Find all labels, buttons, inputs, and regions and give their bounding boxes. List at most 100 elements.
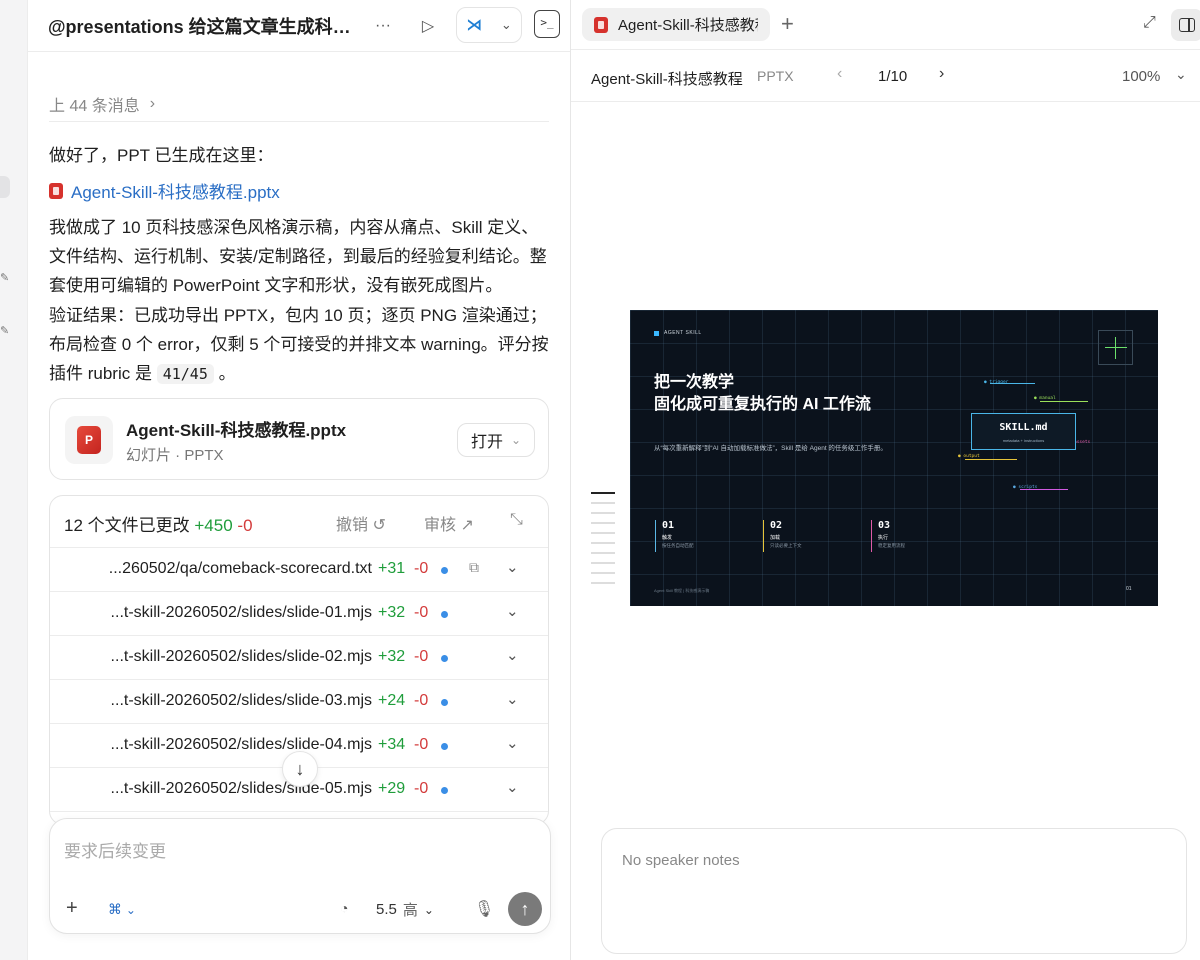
- terminal-icon[interactable]: >_: [534, 10, 560, 38]
- add-attachment-icon[interactable]: +: [66, 897, 78, 920]
- file-card-name: Agent-Skill-科技感教程.pptx: [126, 421, 347, 440]
- zoom-level[interactable]: 100%: [1122, 68, 1160, 85]
- node-trigger-label: trigger: [989, 380, 1009, 385]
- collapse-icon[interactable]: ⤡: [510, 511, 523, 529]
- tab-pptx-preview[interactable]: Agent-Skill-科技感教程: [582, 8, 770, 41]
- composer[interactable]: 要求后续变更 + ⌘ ⌄ ◔ 5.5 高 ⌄ 🎙 ↑: [49, 818, 551, 934]
- file-link[interactable]: Agent-Skill-科技感教程.pptx: [49, 178, 280, 203]
- unsaved-dot: [441, 567, 448, 574]
- file-lines-removed: -0: [414, 692, 429, 709]
- connector-line: [1040, 401, 1088, 402]
- score-code: 41/45: [156, 364, 214, 384]
- slide-thumb[interactable]: [591, 522, 615, 524]
- sidebar-strip: ✎ ✎: [0, 0, 28, 960]
- slide-thumb[interactable]: [591, 512, 615, 514]
- chevron-down-icon[interactable]: ⌄: [506, 778, 519, 796]
- square-icon: [654, 330, 659, 336]
- slide-thumb[interactable]: [591, 502, 615, 504]
- changed-file-row[interactable]: ...t-skill-20260502/slides/slide-02.mjs …: [50, 636, 548, 680]
- message-paragraph-2-end: 。: [218, 364, 236, 383]
- model-selector[interactable]: 5.5 高 ⌄: [376, 899, 434, 920]
- arrow-down-icon: ↓: [295, 758, 305, 779]
- file-card[interactable]: P Agent-Skill-科技感教程.pptx 幻灯片 · PPTX 打开 ⌄: [49, 398, 549, 480]
- file-lines-removed: -0: [414, 736, 429, 753]
- slide-thumbnail-strip: [591, 492, 615, 592]
- microphone-icon[interactable]: 🎙: [474, 899, 494, 919]
- play-icon[interactable]: ▷: [418, 12, 438, 40]
- review-button[interactable]: 审核 ↗: [424, 511, 474, 535]
- node-output: ● output: [958, 454, 980, 459]
- lines-added: +450: [194, 516, 233, 535]
- changed-file-row[interactable]: ...t-skill-20260502/slides/slide-03.mjs …: [50, 680, 548, 724]
- speaker-notes[interactable]: No speaker notes: [601, 828, 1187, 954]
- preview-tab-bar: Agent-Skill-科技感教程 + ⤢: [571, 0, 1200, 50]
- chevron-down-icon[interactable]: ⌄: [506, 602, 519, 620]
- more-icon[interactable]: ···: [373, 12, 393, 40]
- unsaved-dot: [441, 655, 448, 662]
- open-button[interactable]: 打开 ⌄: [457, 423, 535, 457]
- slide-tag-text: AGENT SKILL: [664, 330, 702, 336]
- edit-icon-2[interactable]: ✎: [0, 325, 12, 337]
- scroll-to-bottom-button[interactable]: ↓: [282, 751, 318, 787]
- file-lines-added: +34: [378, 736, 406, 753]
- file-lines-removed: -0: [414, 780, 429, 797]
- file-path: ...t-skill-20260502/slides/slide-01.mjs: [110, 604, 372, 621]
- skill-md-box: SKILL.md metadata + instructions: [971, 413, 1076, 450]
- file-path: ...260502/qa/comeback-scorecard.txt: [108, 560, 372, 577]
- file-link-label: Agent-Skill-科技感教程.pptx: [71, 183, 280, 202]
- slide-thumb[interactable]: [591, 582, 615, 584]
- step-desc: 稳定复用流程: [878, 543, 905, 548]
- divider: [49, 121, 549, 122]
- edit-icon[interactable]: ✎: [0, 272, 12, 284]
- chevron-down-icon[interactable]: ⌄: [506, 734, 519, 752]
- chevron-down-icon[interactable]: ⌄: [506, 690, 519, 708]
- previous-page-icon[interactable]: ‹: [837, 65, 842, 83]
- changed-files-summary: 12 个文件已更改 +450 -0: [64, 511, 253, 536]
- unsaved-dot: [441, 611, 448, 618]
- sidebar-active-indicator[interactable]: [0, 176, 10, 198]
- chevron-down-icon[interactable]: ⌄: [506, 558, 519, 576]
- connector-line: [965, 459, 1017, 460]
- chat-title: @presentations 给这篇文章生成科技...: [48, 17, 358, 37]
- changed-file-row[interactable]: ...t-skill-20260502/slides/slide-01.mjs …: [50, 592, 548, 636]
- slide-thumb[interactable]: [591, 532, 615, 534]
- unsaved-dot: [441, 743, 448, 750]
- tab-label: Agent-Skill-科技感教程: [618, 17, 758, 34]
- message-paragraph-2: 验证结果：已成功导出 PPTX，包内 10 页；逐页 PNG 渲染通过；布局检查…: [49, 301, 549, 389]
- file-lines-added: +32: [378, 648, 406, 665]
- document-type: PPTX: [757, 68, 794, 84]
- slide-thumb[interactable]: [591, 562, 615, 564]
- file-lines-removed: -0: [414, 648, 429, 665]
- chevron-down-icon: ⌄: [125, 903, 136, 917]
- slide-thumb[interactable]: [591, 542, 615, 544]
- file-lines-added: +32: [378, 604, 406, 621]
- arrow-up-right-icon: ↗: [460, 517, 474, 534]
- tool-picker[interactable]: ⌘ ⌄: [108, 901, 136, 918]
- slide-thumb[interactable]: [591, 492, 615, 494]
- changed-file-row[interactable]: ...260502/qa/comeback-scorecard.txt +31 …: [50, 548, 548, 592]
- toggle-panel-icon[interactable]: [1171, 9, 1200, 41]
- next-page-icon[interactable]: ›: [939, 65, 944, 83]
- open-external-icon[interactable]: ⧉: [469, 559, 479, 576]
- editor-switcher[interactable]: ⋊ ⌄: [456, 7, 522, 43]
- step-key: 加载: [770, 535, 781, 541]
- slide-tag: AGENT SKILL: [654, 330, 702, 336]
- undo-button[interactable]: 撤销 ↺: [336, 511, 386, 535]
- vscode-icon: ⋊: [466, 17, 483, 34]
- slide-canvas: AGENT SKILL 把一次教学 固化成可重复执行的 AI 工作流 从“每次重…: [630, 310, 1158, 606]
- previous-messages-link[interactable]: 上 44 条消息 ›: [49, 92, 155, 116]
- chevron-down-icon[interactable]: ⌄: [506, 646, 519, 664]
- send-button[interactable]: ↑: [508, 892, 542, 926]
- node-manual-label: manual: [1039, 396, 1056, 401]
- slide-thumb[interactable]: [591, 572, 615, 574]
- slide-step: 02 加载 只读必要上下文: [763, 520, 863, 552]
- speaker-notes-text: No speaker notes: [622, 852, 740, 869]
- model-version: 5.5: [376, 901, 397, 918]
- new-tab-icon[interactable]: +: [781, 11, 794, 37]
- powerpoint-icon: P: [77, 426, 101, 454]
- file-lines-removed: -0: [414, 604, 429, 621]
- expand-icon[interactable]: ⤢: [1143, 14, 1156, 32]
- node-manual: ● manual: [1034, 396, 1056, 401]
- chevron-down-icon[interactable]: ⌄: [1175, 66, 1187, 83]
- slide-thumb[interactable]: [591, 552, 615, 554]
